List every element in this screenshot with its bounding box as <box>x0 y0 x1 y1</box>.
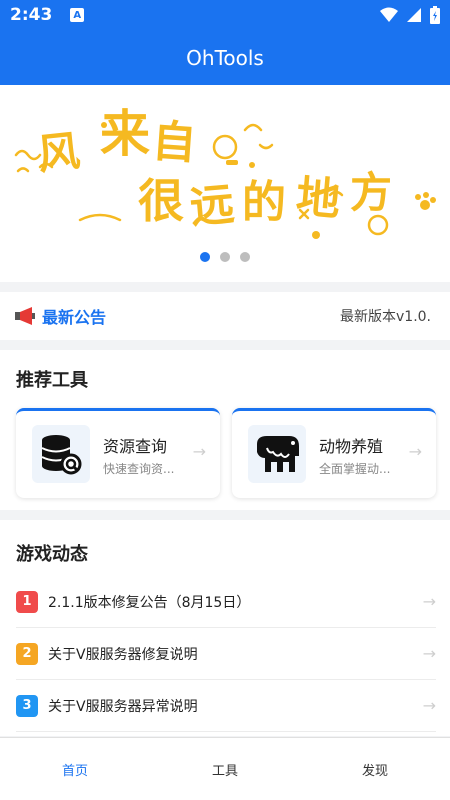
news-rank-badge: 3 <box>16 694 38 717</box>
animal-icon <box>257 436 299 472</box>
svg-text:自: 自 <box>150 116 197 170</box>
app-bar: OhTools <box>0 30 450 85</box>
section-title-tools: 推荐工具 <box>16 370 88 391</box>
notification-icon: A <box>70 8 85 22</box>
recommended-tools-section: 推荐工具 资源查询 快速查询资... → 动物养殖 全面掌握动... → <box>0 350 450 510</box>
news-rank-badge: 2 <box>16 642 38 665</box>
carousel-dot-2[interactable] <box>220 252 230 262</box>
bottom-tab-bar: 首页 工具 发现 <box>0 737 450 800</box>
status-icons <box>380 6 440 24</box>
carousel-dot-1[interactable] <box>200 252 210 262</box>
svg-text:风: 风 <box>35 126 82 179</box>
notice-label: 最新公告 <box>42 308 107 327</box>
news-title: 关于V服服务器修复说明 <box>48 646 198 663</box>
status-bar: 2:43 A <box>0 0 450 30</box>
svg-text:来: 来 <box>100 105 150 163</box>
svg-text:远: 远 <box>188 179 236 234</box>
svg-text:的: 的 <box>242 177 286 228</box>
app-title: OhTools <box>186 45 264 70</box>
news-item[interactable]: 3 关于V服服务器异常说明 → <box>16 680 436 732</box>
carousel-dot-3[interactable] <box>240 252 250 262</box>
tab-discover[interactable]: 发现 <box>300 738 450 800</box>
battery-icon <box>430 6 440 24</box>
tool-card-resource-search[interactable]: 资源查询 快速查询资... → <box>16 408 220 498</box>
arrow-right-icon: → <box>422 696 436 715</box>
news-title: 关于V服服务器异常说明 <box>48 698 198 715</box>
signal-icon <box>407 8 421 22</box>
news-title: 2.1.1版本修复公告（8月15日） <box>48 594 251 611</box>
tool-card-animal-farming[interactable]: 动物养殖 全面掌握动... → <box>232 408 436 498</box>
news-rank-badge: 1 <box>16 590 38 613</box>
tool-icon-box <box>32 425 90 483</box>
svg-text:地: 地 <box>294 171 342 226</box>
svg-text:很: 很 <box>138 174 184 228</box>
notice-bar[interactable]: 最新公告 最新版本v1.0. <box>0 292 450 340</box>
game-news-section: 游戏动态 1 2.1.1版本修复公告（8月15日） → 2 关于V服服务器修复说… <box>0 520 450 736</box>
tool-icon-box <box>248 425 306 483</box>
tool-desc: 全面掌握动... <box>319 462 391 476</box>
arrow-right-icon: → <box>422 644 436 663</box>
tool-name: 动物养殖 <box>319 437 384 456</box>
status-time: 2:43 <box>10 5 53 25</box>
news-item[interactable]: 2 关于V服服务器修复说明 → <box>16 628 436 680</box>
wifi-icon <box>380 7 398 22</box>
arrow-right-icon: → <box>192 442 206 461</box>
arrow-right-icon: → <box>422 592 436 611</box>
carousel-indicator <box>0 252 450 262</box>
database-search-icon <box>41 435 82 475</box>
arrow-right-icon: → <box>408 442 422 461</box>
notice-version: 最新版本v1.0. <box>340 309 431 325</box>
tab-home[interactable]: 首页 <box>0 738 150 800</box>
tab-tools[interactable]: 工具 <box>150 738 300 800</box>
news-item[interactable]: 1 2.1.1版本修复公告（8月15日） → <box>16 576 436 628</box>
section-title-news: 游戏动态 <box>16 544 88 565</box>
megaphone-icon <box>15 307 35 325</box>
svg-text:方: 方 <box>350 168 392 217</box>
tool-desc: 快速查询资... <box>103 462 175 476</box>
tool-name: 资源查询 <box>103 437 168 456</box>
